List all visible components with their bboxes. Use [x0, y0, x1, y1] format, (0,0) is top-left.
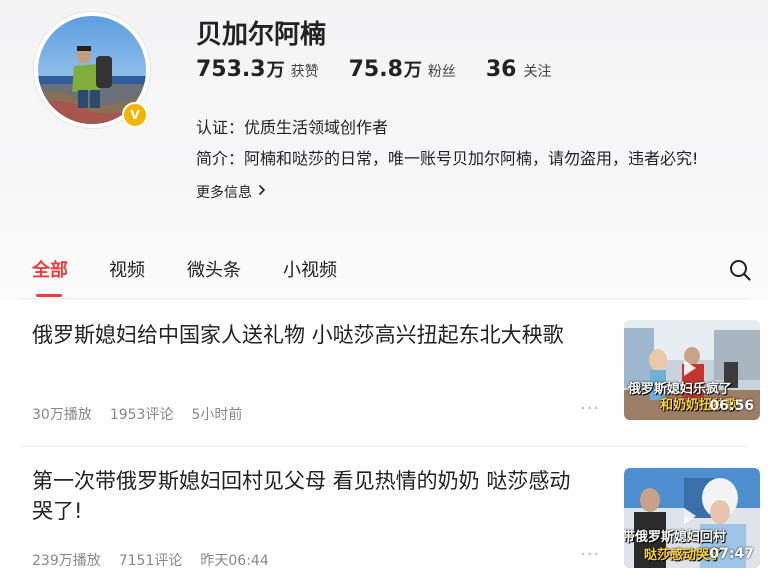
bio-key: 简介：: [196, 149, 245, 168]
tabs-divider: [20, 298, 748, 299]
tab-video[interactable]: 视频: [109, 256, 145, 282]
certification-key: 认证：: [196, 118, 245, 137]
profile-name: 贝加尔阿楠: [196, 20, 327, 50]
article-title[interactable]: 第一次带俄罗斯媳妇回村见父母 看见热情的奶奶 哒莎感动哭了!: [32, 466, 587, 526]
stat-fans[interactable]: 75.8 万 粉丝: [349, 56, 456, 82]
tab-micro-headline[interactable]: 微头条: [187, 256, 241, 282]
stat-likes-label: 获赞: [290, 64, 319, 80]
thumbnail-caption: 带俄罗斯媳妇回村: [624, 530, 727, 545]
stat-likes-unit: 万: [266, 60, 285, 81]
stat-following-label: 关注: [523, 64, 552, 80]
chevron-right-icon: [258, 184, 266, 200]
play-icon: [684, 360, 696, 376]
article-meta: 30万播放 1953评论 5小时前: [32, 404, 260, 424]
stat-likes: 753.3 万 获赞: [196, 56, 319, 82]
tab-all[interactable]: 全部: [32, 256, 68, 282]
stat-following-number: 36: [485, 57, 517, 82]
stat-likes-number: 753.3: [196, 57, 266, 82]
verified-badge-icon: V: [122, 102, 148, 128]
article-meta: 239万播放 7151评论 昨天06:44: [32, 550, 287, 570]
more-dots-icon[interactable]: ···: [580, 398, 600, 419]
article-title[interactable]: 俄罗斯媳妇给中国家人送礼物 小哒莎高兴扭起东北大秧歌: [32, 320, 592, 350]
list-divider: [20, 446, 748, 447]
video-thumbnail[interactable]: 俄罗斯媳妇乐疯了 和奶奶扭秧歌 06:56: [624, 320, 760, 420]
certification-value: 优质生活领域创作者: [244, 118, 389, 137]
search-icon[interactable]: [728, 258, 752, 282]
video-duration: 07:47: [709, 546, 754, 562]
bio-line: 简介：阿楠和哒莎的日常，唯一账号贝加尔阿楠，请勿盗用，违者必究!: [196, 145, 698, 169]
certification-line: 认证：优质生活领域创作者: [196, 114, 388, 138]
stat-fans-label: 粉丝: [427, 64, 456, 80]
article-plays: 30万播放: [32, 407, 92, 423]
tab-short-video[interactable]: 小视频: [283, 256, 337, 282]
stat-fans-number: 75.8: [348, 57, 403, 82]
play-icon: [684, 508, 696, 524]
more-dots-icon[interactable]: ···: [580, 544, 600, 565]
article-comments: 1953评论: [109, 407, 174, 423]
active-tab-indicator: [36, 294, 62, 297]
article-time: 昨天06:44: [200, 553, 269, 569]
more-info-link[interactable]: 更多信息: [196, 182, 266, 202]
stat-fans-unit: 万: [403, 60, 422, 81]
article-time: 5小时前: [191, 407, 243, 423]
video-thumbnail[interactable]: 带俄罗斯媳妇回村 哒莎感动哭了 07:47: [624, 468, 760, 568]
stat-following[interactable]: 36 关注: [486, 57, 552, 82]
profile-stats: 753.3 万 获赞 75.8 万 粉丝 36 关注: [196, 56, 582, 82]
article-plays: 239万播放: [32, 553, 101, 569]
bio-value: 阿楠和哒莎的日常，唯一账号贝加尔阿楠，请勿盗用，违者必究!: [244, 149, 699, 168]
more-info-label: 更多信息: [196, 185, 252, 201]
content-tabs: 全部 视频 微头条 小视频: [0, 256, 768, 297]
video-duration: 06:56: [709, 398, 754, 414]
article-comments: 7151评论: [118, 553, 183, 569]
